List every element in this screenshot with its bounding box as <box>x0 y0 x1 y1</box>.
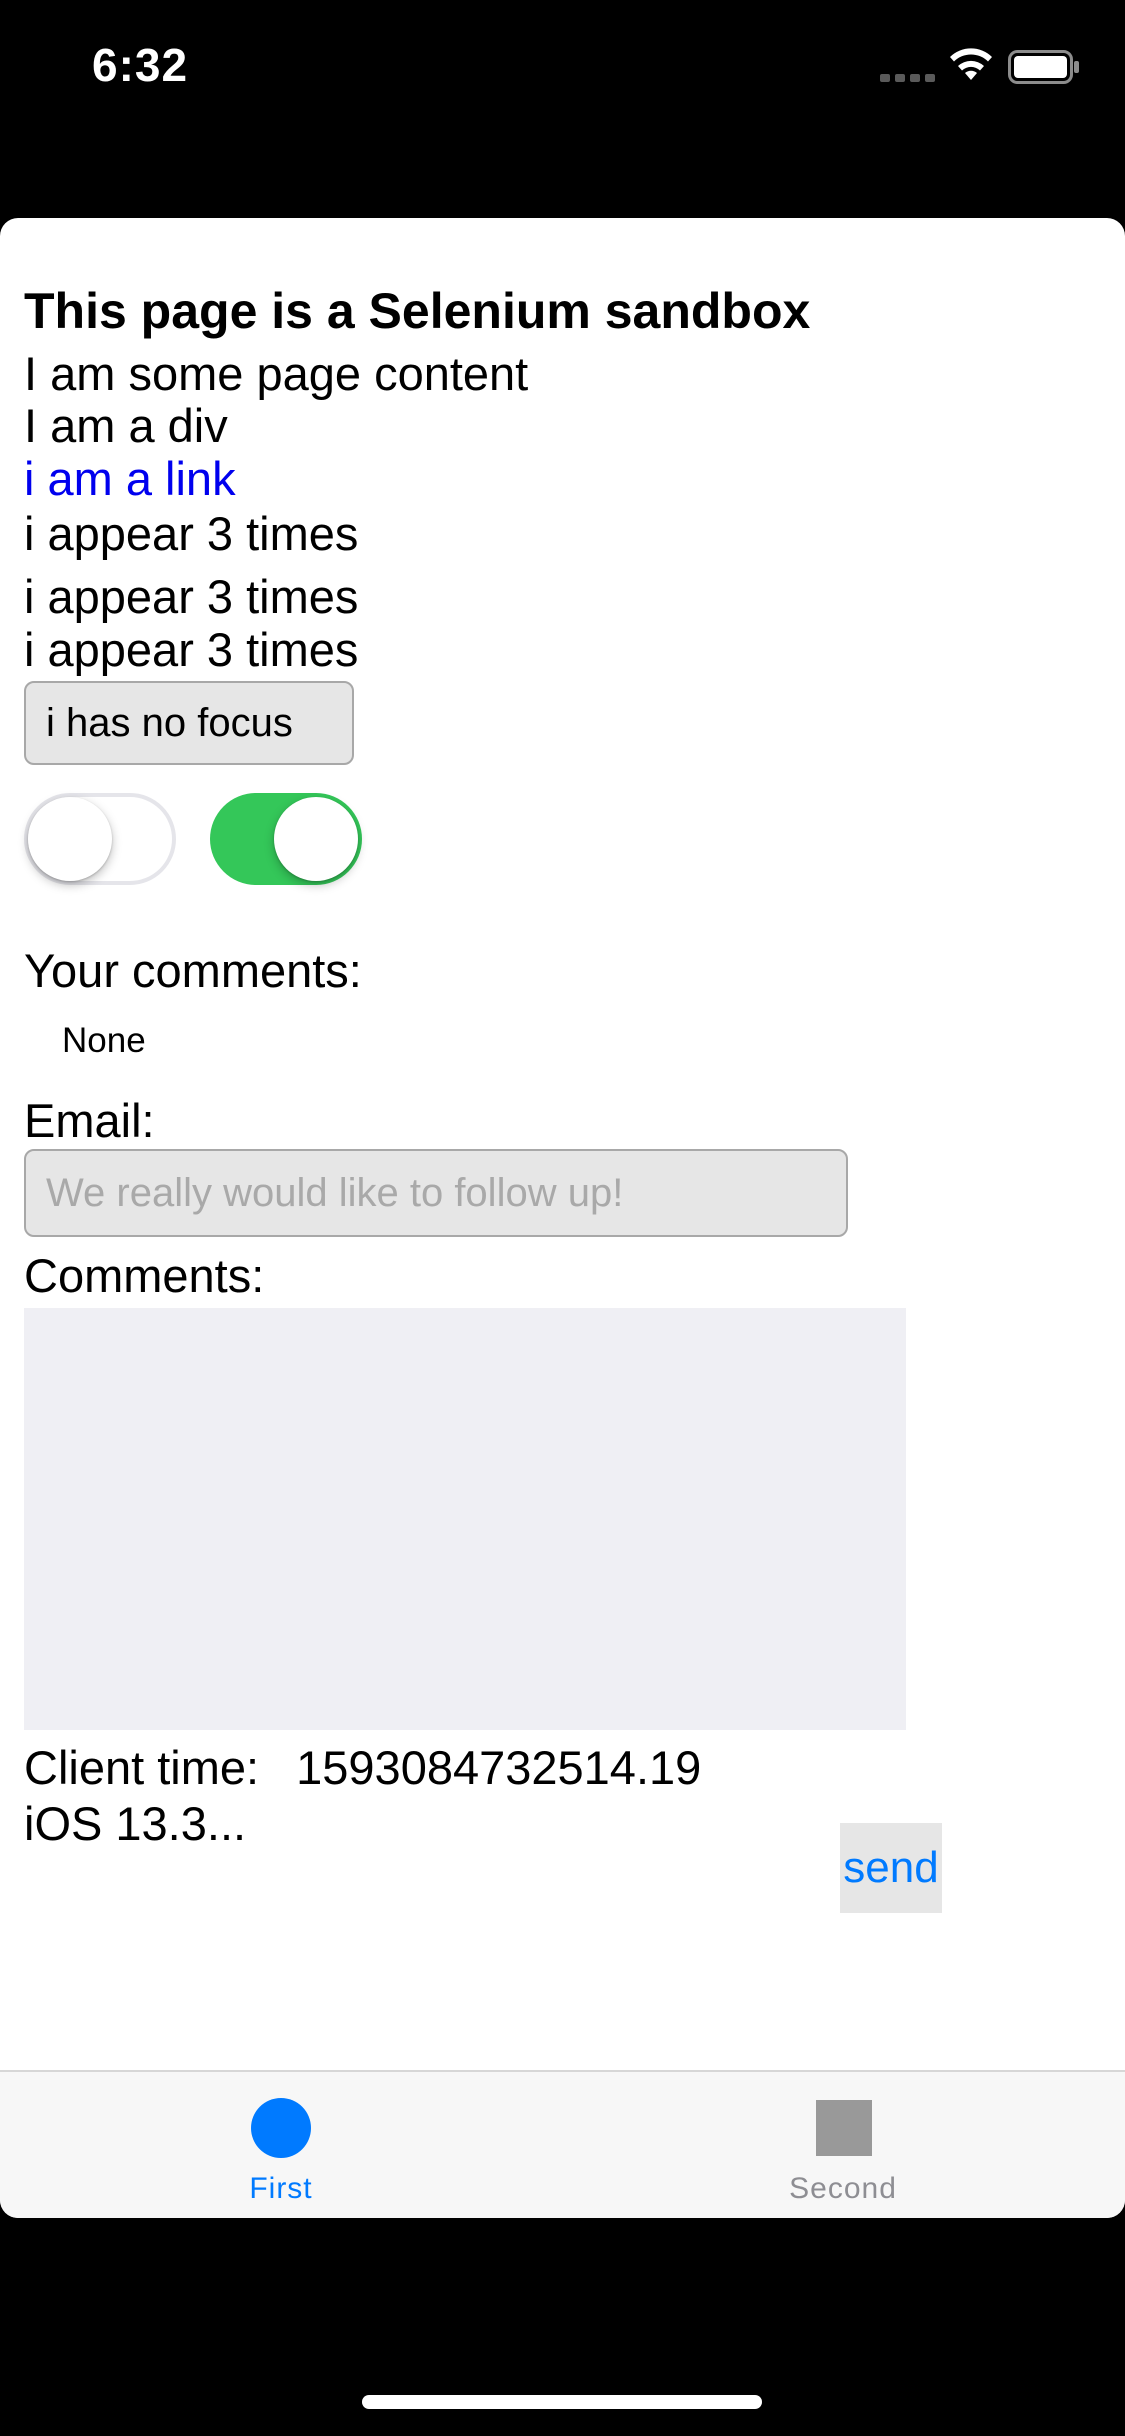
webview-content: This page is a Selenium sandbox I am som… <box>0 218 1125 2070</box>
div-text: I am a div <box>24 399 228 452</box>
sandbox-link[interactable]: i am a link <box>24 451 236 506</box>
tab-second[interactable]: Second <box>562 2072 1124 2218</box>
switch-knob <box>28 797 112 881</box>
home-indicator <box>362 2395 762 2409</box>
your-comments-label: Your comments: <box>24 944 362 997</box>
page-content-text: I am some page content <box>24 347 529 400</box>
circle-icon <box>251 2098 311 2158</box>
signal-dots-icon <box>880 74 935 82</box>
battery-icon <box>1008 50 1079 84</box>
repeated-text: i appear 3 times <box>24 507 359 560</box>
comments-label: Comments: <box>24 1249 265 1302</box>
repeated-text: i appear 3 times <box>24 623 359 676</box>
client-time-value: 1593084732514.19 <box>296 1741 702 1794</box>
email-field[interactable] <box>24 1149 848 1237</box>
comments-textarea[interactable] <box>24 1308 906 1730</box>
switch-knob <box>274 797 358 881</box>
tab-first-label: First <box>249 2172 313 2205</box>
comments-select-value[interactable]: None <box>62 1021 146 1061</box>
tab-second-label: Second <box>789 2172 897 2205</box>
client-time-row: Client time: 1593084732514.19 <box>24 1740 701 1795</box>
repeated-text: i appear 3 times <box>24 570 359 623</box>
email-label: Email: <box>24 1094 155 1147</box>
square-icon <box>816 2100 872 2156</box>
status-bar: 6:32 <box>0 0 1125 140</box>
send-button[interactable]: send <box>840 1823 942 1913</box>
wifi-icon <box>950 48 992 80</box>
ios-version-text: iOS 13.3... <box>24 1797 247 1850</box>
client-time-label: Client time: <box>24 1741 260 1794</box>
app-sheet: This page is a Selenium sandbox I am som… <box>0 218 1125 2218</box>
tab-bar: First Second <box>0 2070 1125 2218</box>
switch-off[interactable] <box>24 793 176 885</box>
tab-first[interactable]: First <box>0 2072 562 2218</box>
no-focus-button[interactable]: i has no focus <box>24 681 354 765</box>
page-heading: This page is a Selenium sandbox <box>24 283 811 339</box>
status-time: 6:32 <box>92 39 189 91</box>
switch-on[interactable] <box>210 793 362 885</box>
